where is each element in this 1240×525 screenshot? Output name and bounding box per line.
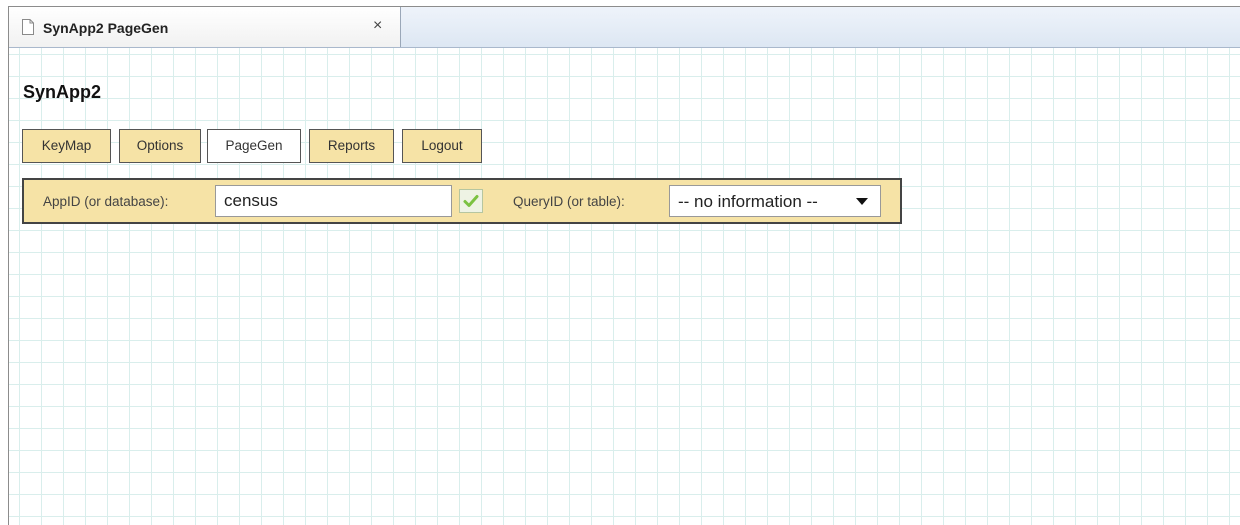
pagegen-button[interactable]: PageGen <box>207 129 301 163</box>
tab-title: SynApp2 PageGen <box>43 20 169 36</box>
document-icon <box>22 19 34 35</box>
page-content: SynApp2 KeyMap Options PageGen Reports L… <box>9 48 1240 525</box>
close-icon[interactable]: × <box>373 18 382 34</box>
queryid-select[interactable]: -- no information -- <box>669 185 881 217</box>
appid-input[interactable] <box>215 185 452 217</box>
tab-strip: SynApp2 PageGen × <box>9 7 1240 48</box>
checkmark-icon[interactable] <box>459 189 483 213</box>
tab-synapp2-pagegen[interactable]: SynApp2 PageGen × <box>9 7 401 47</box>
logout-button[interactable]: Logout <box>402 129 482 163</box>
options-button[interactable]: Options <box>119 129 201 163</box>
browser-frame: SynApp2 PageGen × SynApp2 KeyMap Options… <box>8 6 1240 525</box>
selection-toolbar: AppID (or database): QueryID (or table):… <box>22 178 902 224</box>
dropdown-arrow-icon[interactable] <box>856 198 868 206</box>
reports-button[interactable]: Reports <box>309 129 394 163</box>
queryid-select-value: -- no information -- <box>678 192 818 211</box>
page-title: SynApp2 <box>23 82 102 102</box>
appid-label: AppID (or database): <box>43 194 169 209</box>
queryid-label: QueryID (or table): <box>513 194 625 209</box>
keymap-button[interactable]: KeyMap <box>22 129 111 163</box>
